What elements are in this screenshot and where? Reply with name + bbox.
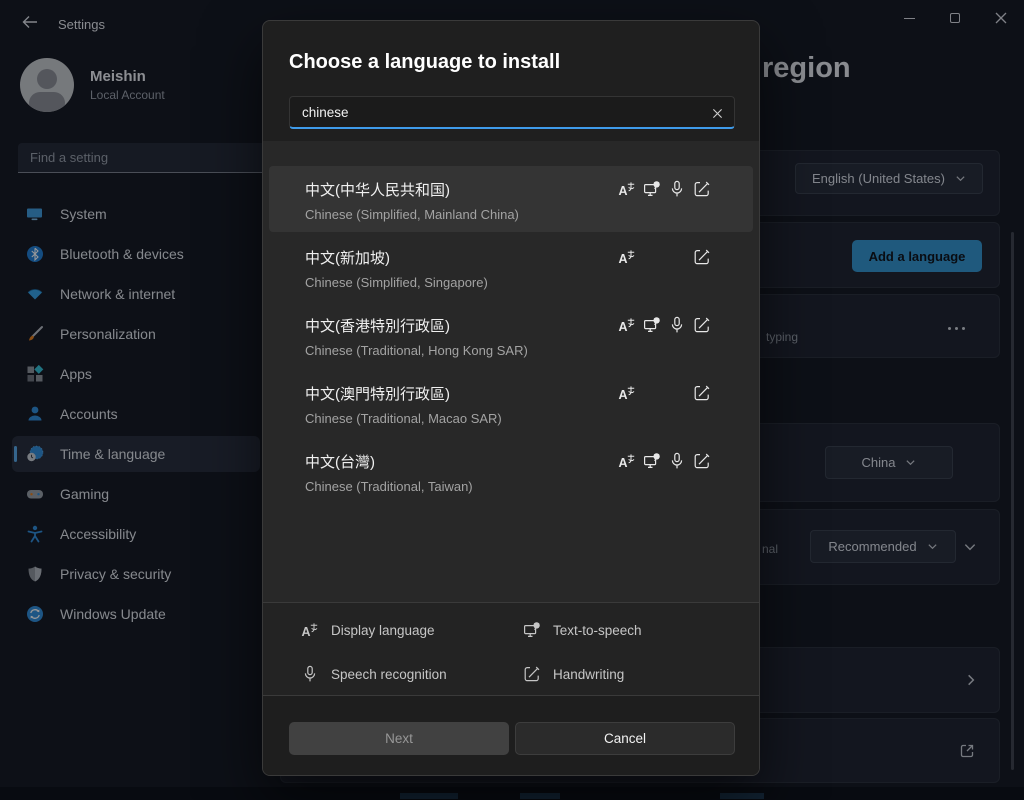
language-english-name: Chinese (Traditional, Macao SAR) bbox=[305, 411, 502, 426]
handwriting-icon bbox=[693, 248, 711, 266]
display-language-icon: A bbox=[618, 452, 636, 470]
text-to-speech-icon bbox=[523, 621, 541, 639]
handwriting-icon bbox=[693, 452, 711, 470]
legend-label: Text-to-speech bbox=[553, 623, 642, 638]
speech-recognition-icon bbox=[301, 665, 319, 683]
legend-text-to-speech: Text-to-speech bbox=[523, 621, 642, 639]
legend-label: Display language bbox=[331, 623, 435, 638]
language-native-name: 中文(澳門特別行政區) bbox=[305, 383, 450, 404]
handwriting-icon bbox=[693, 180, 711, 198]
language-native-name: 中文(台灣) bbox=[305, 451, 375, 472]
legend-handwriting: Handwriting bbox=[523, 665, 624, 683]
next-button[interactable]: Next bbox=[289, 722, 509, 755]
language-row[interactable]: 中文(台灣) Chinese (Traditional, Taiwan) A bbox=[269, 438, 753, 504]
handwriting-icon bbox=[523, 665, 541, 683]
language-native-name: 中文(香港特別行政區) bbox=[305, 315, 450, 336]
svg-text:A: A bbox=[619, 252, 628, 266]
text-to-speech-icon bbox=[643, 316, 661, 334]
svg-text:A: A bbox=[619, 320, 628, 334]
choose-language-dialog: Choose a language to install 中文(中华人民共和国)… bbox=[262, 20, 760, 776]
speech-recognition-icon bbox=[668, 316, 686, 334]
legend-display-language: A Display language bbox=[301, 621, 435, 639]
display-language-icon: A bbox=[618, 180, 636, 198]
cancel-label: Cancel bbox=[604, 731, 646, 746]
display-language-icon: A bbox=[618, 384, 636, 402]
next-label: Next bbox=[385, 731, 413, 746]
legend-speech-recognition: Speech recognition bbox=[301, 665, 447, 683]
speech-recognition-icon bbox=[668, 452, 686, 470]
legend-label: Speech recognition bbox=[331, 667, 447, 682]
settings-window: Settings Meishin Local Account System Bl… bbox=[0, 0, 1024, 800]
text-to-speech-icon bbox=[643, 180, 661, 198]
language-results-list: 中文(中华人民共和国) Chinese (Simplified, Mainlan… bbox=[263, 141, 759, 602]
display-language-icon: A bbox=[301, 621, 319, 639]
display-language-icon: A bbox=[618, 248, 636, 266]
language-row[interactable]: 中文(香港特別行政區) Chinese (Traditional, Hong K… bbox=[269, 302, 753, 368]
svg-text:A: A bbox=[619, 184, 628, 198]
language-search-input[interactable] bbox=[289, 96, 735, 129]
svg-text:A: A bbox=[302, 625, 311, 639]
language-english-name: Chinese (Simplified, Singapore) bbox=[305, 275, 488, 290]
language-native-name: 中文(新加坡) bbox=[305, 247, 390, 268]
language-native-name: 中文(中华人民共和国) bbox=[305, 179, 450, 200]
language-english-name: Chinese (Simplified, Mainland China) bbox=[305, 207, 519, 222]
handwriting-icon bbox=[693, 384, 711, 402]
text-to-speech-icon bbox=[643, 452, 661, 470]
dialog-footer: Next Cancel bbox=[263, 695, 759, 776]
language-row[interactable]: 中文(中华人民共和国) Chinese (Simplified, Mainlan… bbox=[269, 166, 753, 232]
display-language-icon: A bbox=[618, 316, 636, 334]
dialog-title: Choose a language to install bbox=[289, 51, 560, 74]
language-english-name: Chinese (Traditional, Taiwan) bbox=[305, 479, 473, 494]
language-row[interactable]: 中文(澳門特別行政區) Chinese (Traditional, Macao … bbox=[269, 370, 753, 436]
clear-search-button[interactable] bbox=[707, 103, 727, 123]
clear-x-icon bbox=[712, 108, 723, 119]
svg-text:A: A bbox=[619, 456, 628, 470]
cancel-button[interactable]: Cancel bbox=[515, 722, 735, 755]
legend-label: Handwriting bbox=[553, 667, 624, 682]
language-row[interactable]: 中文(新加坡) Chinese (Simplified, Singapore) … bbox=[269, 234, 753, 300]
language-english-name: Chinese (Traditional, Hong Kong SAR) bbox=[305, 343, 528, 358]
handwriting-icon bbox=[693, 316, 711, 334]
capability-legend: A Display language Text-to-speech Speech… bbox=[263, 602, 759, 695]
speech-recognition-icon bbox=[668, 180, 686, 198]
svg-text:A: A bbox=[619, 388, 628, 402]
